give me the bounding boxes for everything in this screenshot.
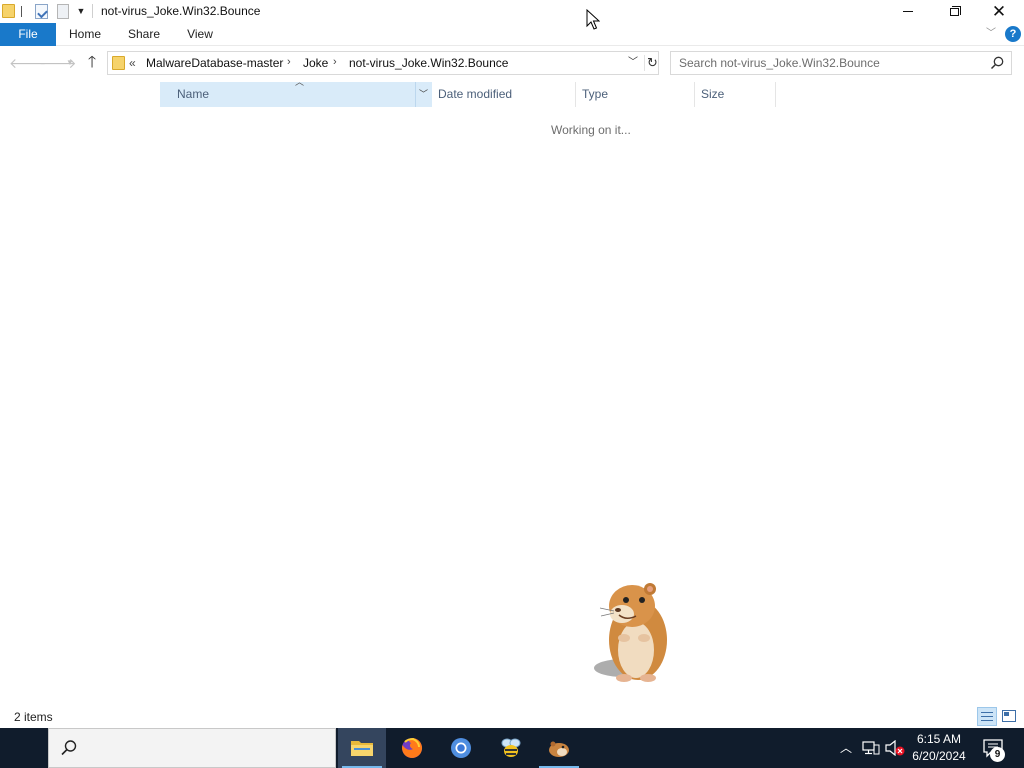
window-title: not-virus_Joke.Win32.Bounce [101,4,261,18]
new-folder-icon[interactable] [57,4,69,19]
properties-icon[interactable] [35,4,48,19]
breadcrumb-overflow[interactable]: « [129,56,136,70]
column-name-label: Name [177,87,210,101]
start-button[interactable] [0,728,48,768]
details-view-icon [981,720,993,721]
navigation-bar: 🡐 🡒 ▼ 🡑 « MalwareDatabase-master › Joke … [0,46,1024,80]
address-bar[interactable]: « MalwareDatabase-master › Joke › not-vi… [107,51,659,75]
chevron-up-icon[interactable]: ︿ [838,740,854,756]
details-view-button[interactable] [977,707,997,726]
taskbar-hamster-app[interactable] [535,728,583,768]
hamster-icon [549,741,569,757]
taskbar-search-input[interactable] [89,738,329,758]
clock-date: 6/20/2024 [912,749,966,763]
back-button[interactable]: 🡐 [9,54,47,72]
details-view-icon [981,712,993,713]
chrome-icon [451,738,471,758]
minimize-icon [903,11,913,12]
minimize-button[interactable] [885,0,931,23]
notification-count-badge: 9 [990,747,1005,762]
search-icon[interactable] [989,55,1005,71]
up-button[interactable]: 🡑 [83,54,101,72]
ribbon-tabs: File Home Share View ﹀ ? [0,23,1024,46]
breadcrumb-item[interactable]: not-virus_Joke.Win32.Bounce [349,56,508,70]
breadcrumb-item[interactable]: Joke [303,56,328,70]
clock-time: 6:15 AM [916,732,962,746]
expand-ribbon-icon[interactable]: ﹀ [984,27,998,41]
firefox-icon [402,737,423,758]
mouse-cursor-icon [586,9,600,30]
tab-view[interactable]: View [178,23,222,46]
close-button[interactable]: ✕ [976,0,1022,23]
taskbar-firefox[interactable] [388,728,436,768]
quick-access-divider [21,6,22,17]
help-icon[interactable]: ? [1005,26,1021,42]
system-clock[interactable]: 6:15 AM 6/20/2024 [908,731,970,765]
bee-icon [501,738,521,757]
column-filter-dropdown-icon[interactable]: ﹀ [415,82,431,107]
sort-ascending-icon: ︿ [295,77,305,87]
column-name[interactable]: Name ︿ ﹀ [160,77,432,107]
search-box[interactable] [670,51,1012,75]
quick-access-dropdown-icon[interactable]: ▼ [76,6,86,16]
column-size[interactable]: Size [695,82,776,107]
restore-icon [949,5,961,16]
address-dropdown-icon[interactable]: ﹀ [626,56,640,70]
column-headers: Name ︿ ﹀ Date modified Type Size [0,77,1024,107]
refresh-icon[interactable]: ↻ [644,55,658,71]
tab-file[interactable]: File [0,23,56,46]
taskbar-chrome[interactable] [437,728,485,768]
folder-icon [351,741,373,756]
taskbar-bee-app[interactable] [487,728,535,768]
hamster-pet[interactable] [586,578,676,688]
details-view-icon [981,716,993,717]
status-bar: 2 items [0,706,1024,728]
close-icon: ✕ [991,2,1007,21]
breadcrumb-item[interactable]: MalwareDatabase-master [146,56,283,70]
folder-icon[interactable] [2,4,15,18]
breadcrumb-separator[interactable]: › [333,56,337,68]
taskbar-search[interactable] [48,728,336,768]
item-count: 2 items [14,710,53,724]
taskbar: ︿ 6:15 AM 6/20/2024 9 [0,728,1024,768]
folder-icon [112,56,125,70]
tab-home[interactable]: Home [60,23,110,46]
large-icons-view-icon[interactable] [1001,708,1017,724]
breadcrumb-separator[interactable]: › [287,56,291,68]
column-type[interactable]: Type [576,82,695,107]
title-bar: ▼ not-virus_Joke.Win32.Bounce ✕ [0,0,1024,23]
volume-muted-icon[interactable] [885,740,905,756]
restore-button[interactable] [931,0,977,23]
recent-locations-dropdown[interactable]: ▼ [64,54,76,72]
forward-button[interactable]: 🡒 [39,54,77,72]
taskbar-file-explorer[interactable] [338,728,386,768]
tab-share[interactable]: Share [118,23,170,46]
loading-status: Working on it... [551,123,631,137]
column-date-modified[interactable]: Date modified [432,82,576,107]
search-input[interactable] [672,53,982,73]
search-icon [61,740,77,756]
network-icon[interactable] [862,740,880,756]
title-divider [92,4,93,18]
